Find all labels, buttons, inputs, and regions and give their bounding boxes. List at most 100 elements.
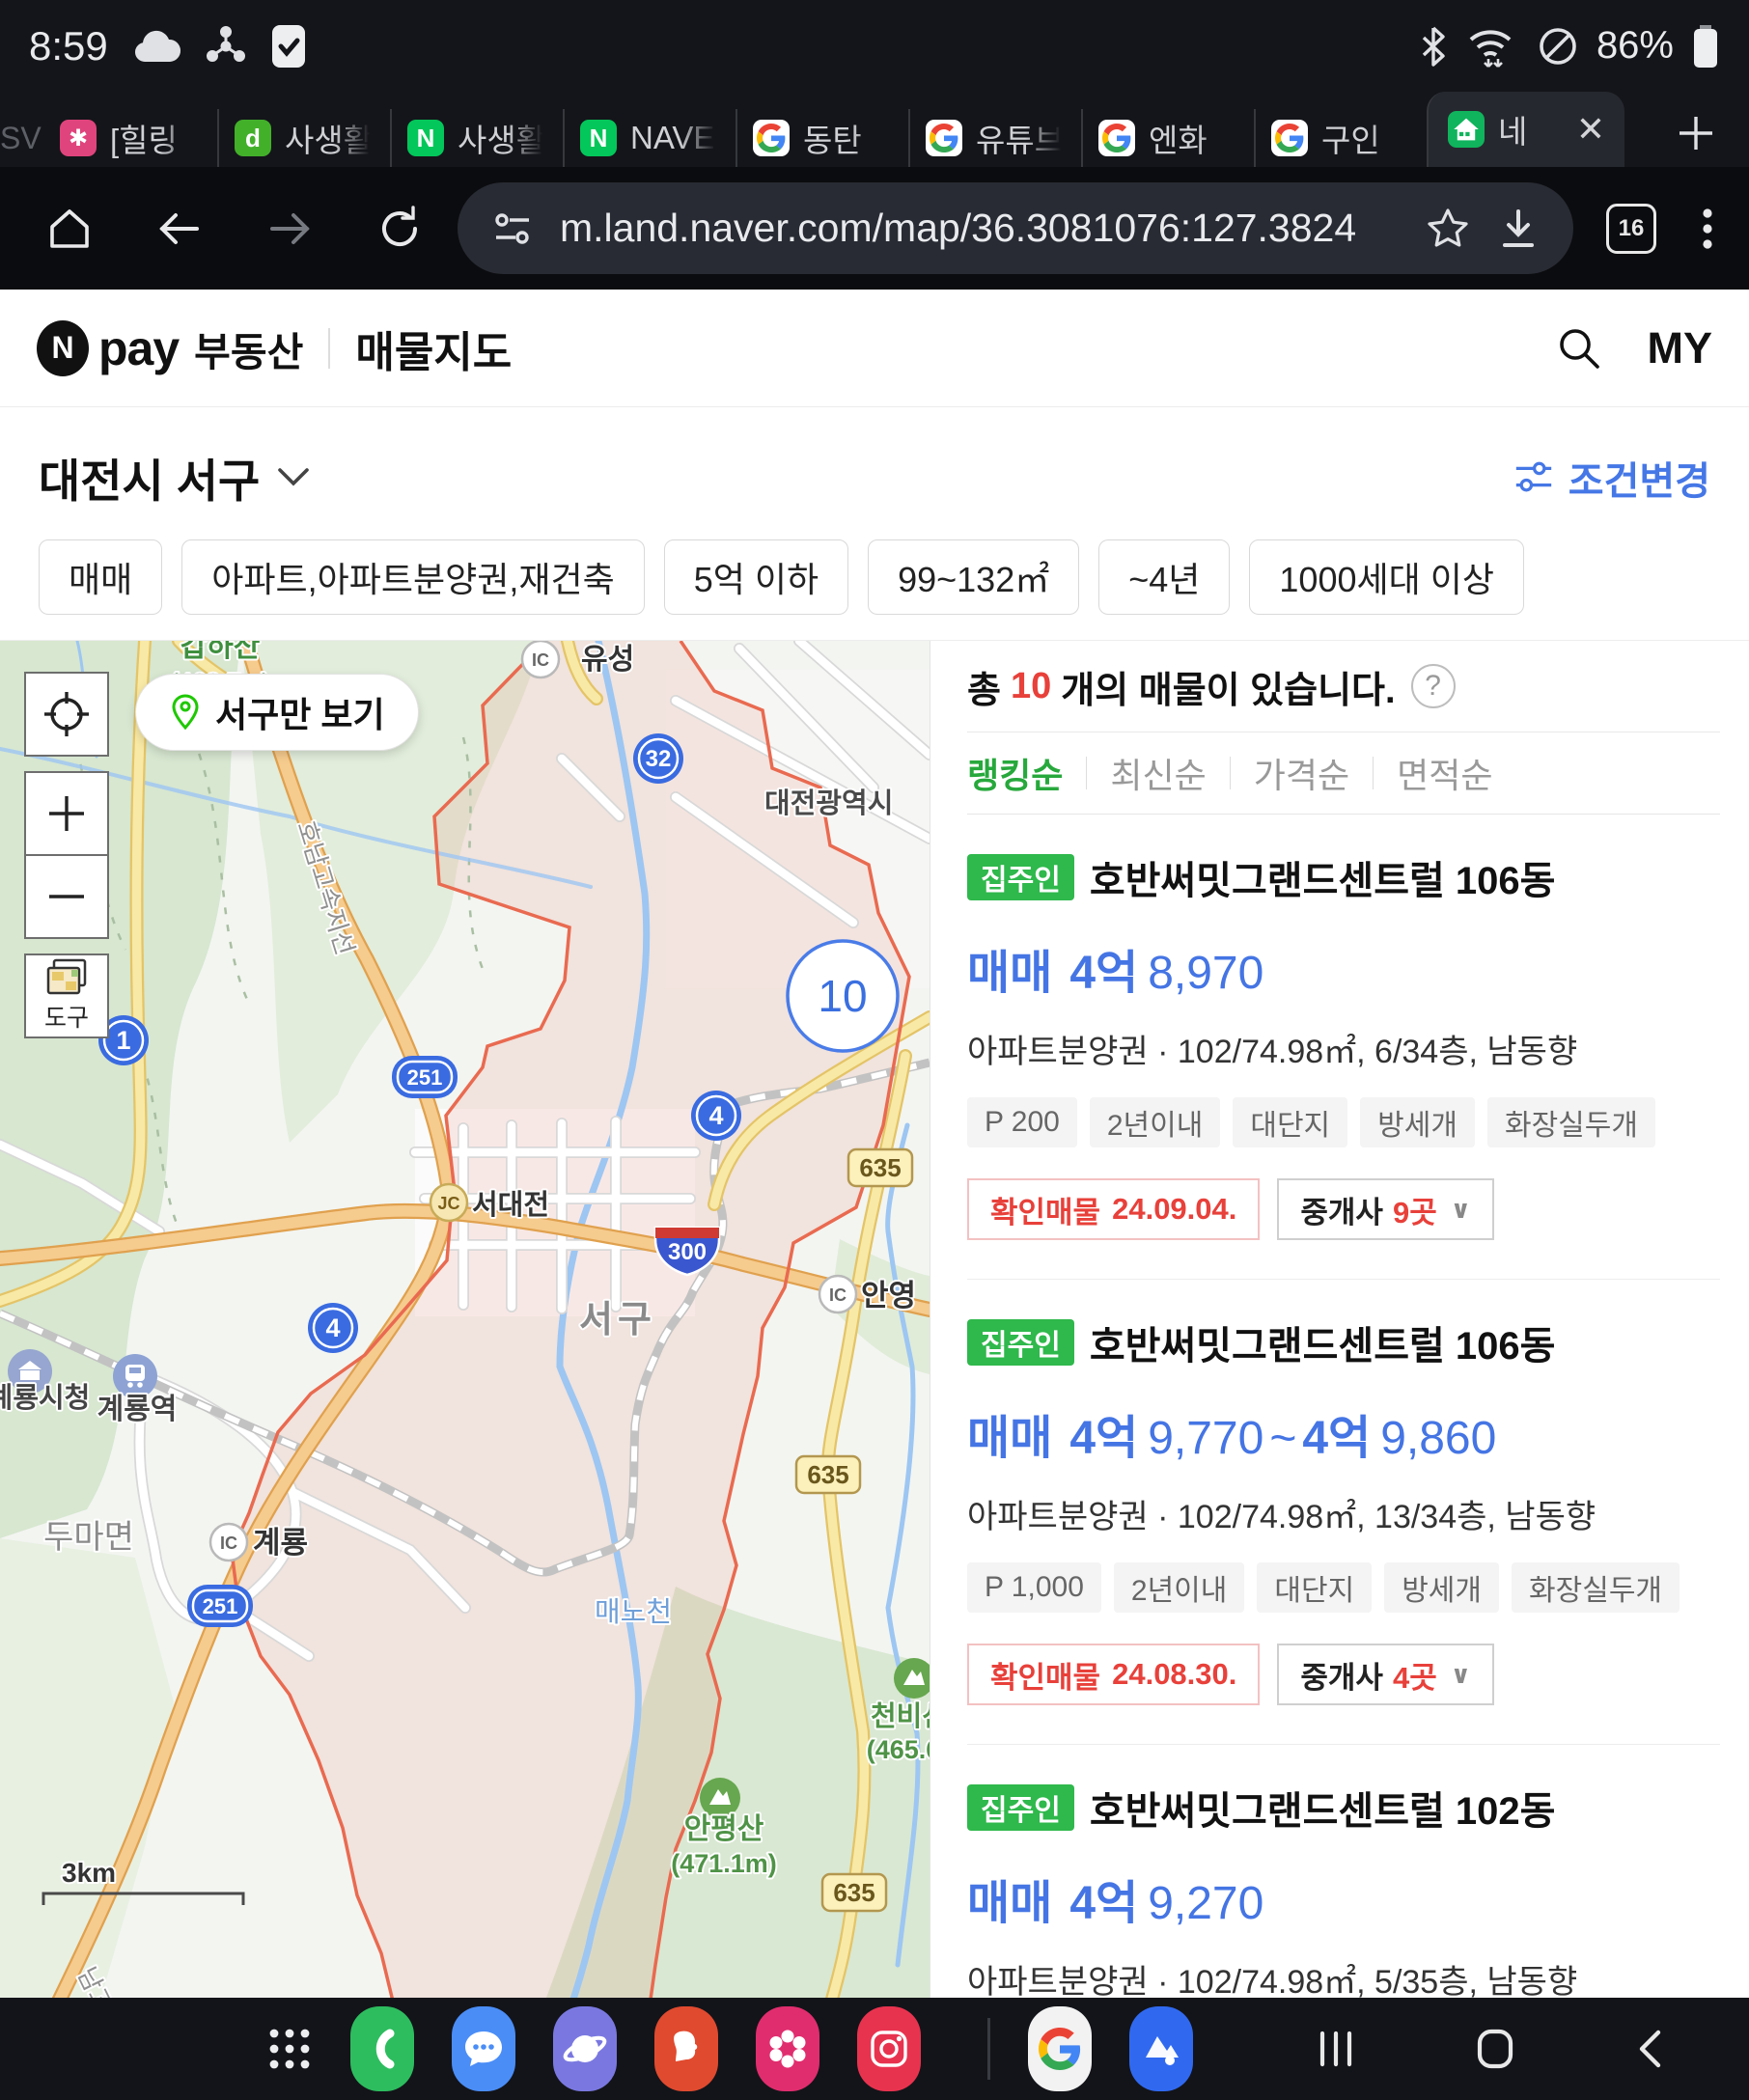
site-settings-icon[interactable]	[490, 207, 535, 251]
ic-badge-anyeong: IC	[819, 1276, 856, 1312]
home-nav-button[interactable]	[1475, 2028, 1515, 2070]
map-label: (471.1m)	[671, 1849, 777, 1878]
samsung-internet-app-icon[interactable]	[553, 2006, 617, 2091]
header-divider	[328, 328, 330, 369]
tab-active-naver-land[interactable]: 네 ✕	[1427, 92, 1624, 167]
home-button[interactable]	[44, 204, 95, 254]
region-selector[interactable]: 대전시 서구	[39, 444, 260, 511]
filter-chip-5[interactable]: 1000세대 이상	[1249, 539, 1524, 615]
menu-kebab-icon[interactable]	[1701, 204, 1714, 254]
change-conditions-button[interactable]: 조건변경	[1513, 450, 1710, 506]
map-tools-button[interactable]: 도구	[24, 953, 109, 1038]
download-icon[interactable]	[1496, 207, 1541, 251]
sort-separator	[1373, 757, 1374, 789]
zoom-in-button[interactable]	[24, 771, 109, 856]
local-shield-635: 635	[848, 1149, 912, 1186]
sort-option-1[interactable]: 최신순	[1110, 748, 1206, 798]
listing-info: 아파트분양권 · 102/74.98㎡, 13/34층, 남동향	[967, 1490, 1720, 1537]
listing-card-1[interactable]: 집주인호반써밋그랜드센트럴 106동매매4억9,770~4억9,860아파트분양…	[967, 1280, 1720, 1745]
messages-app-icon[interactable]	[452, 2006, 515, 2091]
brand-pay[interactable]: pay	[98, 320, 179, 376]
price-part: 4억	[1069, 934, 1138, 1002]
zoom-out-button[interactable]	[24, 854, 109, 939]
tab-partial[interactable]: SV	[0, 109, 44, 167]
ic-badge-gyeryong: IC	[210, 1524, 247, 1561]
tab-4[interactable]: 동탄	[736, 109, 908, 167]
filter-chip-4[interactable]: ~4년	[1098, 539, 1230, 615]
filter-chip-0[interactable]: 매매	[39, 539, 162, 615]
listing-panel: 총 10 개의 매물이 있습니다. ? 랭킹순최신순가격순면적순 집주인호반써밋…	[930, 641, 1749, 2013]
listing-card-0[interactable]: 집주인호반써밋그랜드센트럴 106동매매4억8,970아파트분양권 · 102/…	[967, 815, 1720, 1280]
sort-option-0[interactable]: 랭킹순	[967, 748, 1063, 798]
back-nav-button[interactable]	[1635, 2028, 1664, 2070]
listing-info: 아파트분양권 · 102/74.98㎡, 5/35층, 남동향	[967, 1955, 1720, 2003]
listing-header: 집주인호반써밋그랜드센트럴 106동	[967, 849, 1720, 905]
svg-text:IC: IC	[220, 1534, 237, 1553]
svg-text:635: 635	[807, 1460, 848, 1489]
reload-button[interactable]	[375, 204, 425, 254]
red-app-icon[interactable]	[654, 2006, 718, 2091]
sort-option-2[interactable]: 가격순	[1254, 748, 1349, 798]
map-label: 계룡	[253, 1526, 308, 1560]
listing-tag: P 200	[967, 1097, 1077, 1147]
bluetooth-icon	[1419, 24, 1448, 69]
svg-text:635: 635	[833, 1878, 874, 1907]
checkbox-notification-icon	[270, 23, 307, 69]
back-button[interactable]	[154, 204, 205, 254]
recents-button[interactable]	[1317, 2030, 1355, 2068]
route-shield-32: 32	[633, 733, 683, 784]
my-menu[interactable]: MY	[1648, 323, 1713, 373]
svg-text:IC: IC	[532, 650, 549, 670]
gallery-app-icon[interactable]	[756, 2006, 819, 2091]
tab-close-icon[interactable]: ✕	[1576, 112, 1605, 147]
clock: 8:59	[29, 23, 108, 69]
tab-6[interactable]: 엔화	[1081, 109, 1254, 167]
my-location-button[interactable]	[24, 672, 109, 757]
listing-price: 매매4억9,270	[967, 1865, 1720, 1932]
filter-chip-3[interactable]: 99~132㎡	[868, 539, 1079, 615]
tab-count-button[interactable]: 16	[1606, 204, 1656, 254]
confirmed-date-box: 확인매물24.09.04.	[967, 1178, 1260, 1240]
google-favicon	[753, 120, 790, 156]
tab-7[interactable]: 구인	[1254, 109, 1427, 167]
tab-3[interactable]: NNAVER	[563, 109, 736, 167]
listing-tag: 방세개	[1384, 1562, 1499, 1613]
url-text[interactable]: m.land.naver.com/map/36.3081076:127.3824	[560, 206, 1400, 251]
phone-app-icon[interactable]	[350, 2006, 414, 2091]
app-drawer-icon[interactable]	[266, 2026, 313, 2072]
instagram-app-icon[interactable]	[857, 2006, 921, 2091]
forward-button[interactable]	[264, 204, 315, 254]
url-bar[interactable]: m.land.naver.com/map/36.3081076:127.3824	[458, 182, 1573, 274]
listing-card-2[interactable]: 집주인호반써밋그랜드센트럴 102동매매4억9,270아파트분양권 · 102/…	[967, 1745, 1720, 2013]
search-icon[interactable]	[1555, 324, 1603, 373]
local-shield-635b: 635	[796, 1456, 860, 1493]
help-icon[interactable]: ?	[1411, 664, 1456, 708]
tab-2[interactable]: N사생활	[390, 109, 563, 167]
listing-tag: 화장실두개	[1487, 1097, 1655, 1147]
svg-text:251: 251	[407, 1065, 443, 1090]
chevron-down-icon[interactable]	[277, 467, 310, 488]
bookmark-star-icon[interactable]	[1425, 206, 1471, 252]
dnd-icon	[1537, 25, 1579, 68]
new-tab-button[interactable]	[1676, 113, 1749, 153]
listing-cluster-marker[interactable]: 10	[788, 941, 898, 1051]
brand-section[interactable]: 부동산	[194, 319, 303, 377]
daum-favicon: d	[235, 120, 271, 156]
naver-analytics-app-icon[interactable]	[1129, 2006, 1193, 2091]
naver-pay-logo[interactable]: N	[37, 320, 89, 376]
sort-option-3[interactable]: 면적순	[1397, 748, 1492, 798]
agents-dropdown[interactable]: 중개사9곳∨	[1277, 1178, 1493, 1240]
jc-badge-seodaejeon: JC	[430, 1184, 467, 1221]
district-only-button[interactable]: 서구만 보기	[135, 674, 419, 751]
listing-tags: P 2002년이내대단지방세개화장실두개	[967, 1097, 1720, 1147]
listing-price: 매매4억8,970	[967, 934, 1720, 1002]
google-app-icon[interactable]	[1028, 2006, 1092, 2091]
tab-1[interactable]: d사생활	[217, 109, 390, 167]
filter-chip-1[interactable]: 아파트,아파트분양권,재건축	[181, 539, 644, 615]
filter-chip-2[interactable]: 5억 이하	[664, 539, 848, 615]
agents-dropdown[interactable]: 중개사4곳∨	[1277, 1644, 1493, 1705]
map-canvas[interactable]: 1 32 4 4 251 251 300 635 635 635 IC	[0, 641, 930, 2013]
tab-0[interactable]: ✱[힐링	[44, 109, 217, 167]
price-part: 9,860	[1380, 1412, 1496, 1465]
tab-5[interactable]: 유튜브	[908, 109, 1081, 167]
